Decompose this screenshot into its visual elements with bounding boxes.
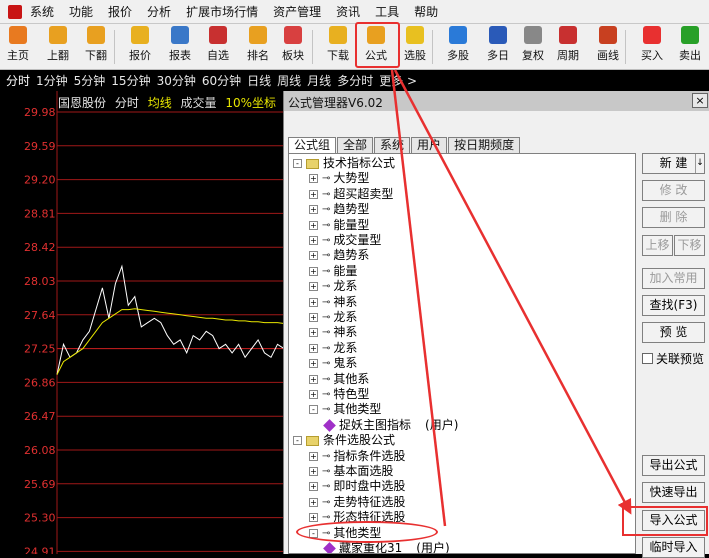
annotation-arrows [390,69,632,527]
arrow-to-import [393,69,632,515]
arrow-to-other-type [390,69,447,527]
